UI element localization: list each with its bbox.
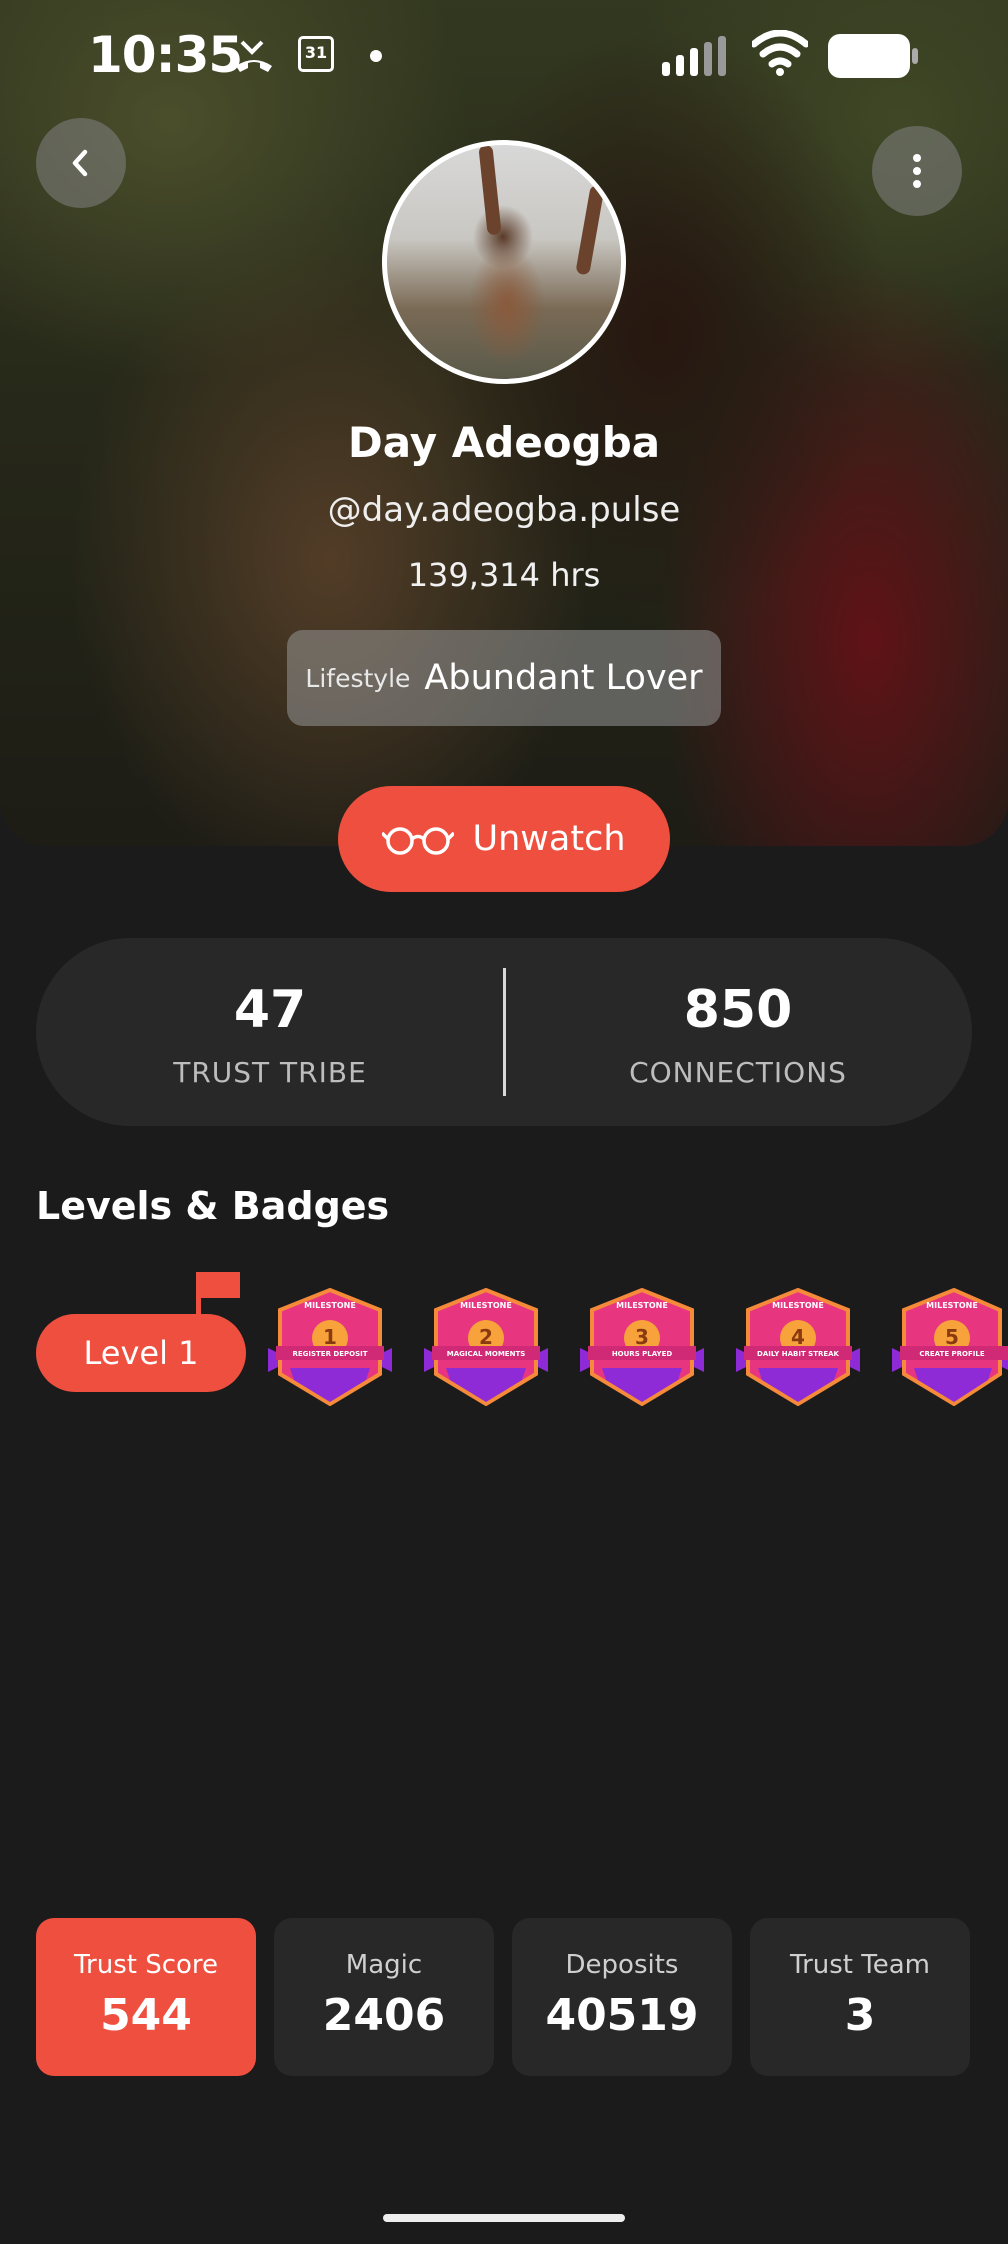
unwatch-label: Unwatch <box>472 819 626 859</box>
profile-avatar[interactable] <box>382 140 626 384</box>
stats-panel: 47 TRUST TRIBE 850 CONNECTIONS <box>36 938 972 1126</box>
status-bar: 10:35 31 <box>0 0 1008 112</box>
badge-number: 4 <box>791 1325 805 1349</box>
metric-value: 40519 <box>545 1990 699 2041</box>
signal-icon <box>662 36 726 76</box>
badge-top-text: MILESTONE <box>304 1301 356 1310</box>
badge-hours-played[interactable]: MILESTONE 3 HOURS PLAYED <box>580 1288 704 1406</box>
badge-name: CREATE PROFILE <box>919 1350 984 1358</box>
metric-card-deposits[interactable]: Deposits 40519 <box>512 1918 732 2076</box>
glasses-icon <box>382 827 455 855</box>
avatar-image-detail <box>478 145 502 236</box>
missed-call-icon <box>236 40 272 72</box>
metric-title: Trust Score <box>73 1950 219 1980</box>
stat-label: TRUST TRIBE <box>173 1056 367 1089</box>
more-options-button[interactable] <box>872 126 962 216</box>
metric-title: Trust Team <box>790 1950 930 1980</box>
badge-top-text: MILESTONE <box>616 1301 668 1310</box>
metric-value: 544 <box>100 1990 192 2041</box>
status-time: 10:35 <box>88 26 243 84</box>
badge-create-profile[interactable]: MILESTONE 5 CREATE PROFILE <box>892 1288 1008 1406</box>
profile-name: Day Adeogba <box>347 418 661 467</box>
level-pill[interactable]: Level 1 <box>36 1314 246 1392</box>
avatar-image-detail <box>575 184 605 276</box>
profile-handle: @day.adeogba.pulse <box>327 490 681 530</box>
badge-name: HOURS PLAYED <box>612 1350 673 1358</box>
more-vertical-icon <box>913 154 921 188</box>
stat-trust-tribe[interactable]: 47 TRUST TRIBE <box>36 938 504 1126</box>
metric-title: Magic <box>345 1950 423 1980</box>
badge-top-text: MILESTONE <box>460 1301 512 1310</box>
badge-magical-moments[interactable]: MILESTONE 2 MAGICAL MOMENTS <box>424 1288 548 1406</box>
metric-value: 3 <box>844 1990 876 2041</box>
badge-top-text: MILESTONE <box>772 1301 824 1310</box>
stat-value: 47 <box>233 980 307 1040</box>
metric-card-trust-team[interactable]: Trust Team 3 <box>750 1918 970 2076</box>
levels-badges-title: Levels & Badges <box>36 1184 390 1228</box>
metric-card-trust-score[interactable]: Trust Score 544 <box>36 1918 256 2076</box>
stat-connections[interactable]: 850 CONNECTIONS <box>504 938 972 1126</box>
home-indicator[interactable] <box>383 2214 625 2222</box>
wifi-icon <box>752 30 808 76</box>
metric-title: Deposits <box>565 1950 679 1980</box>
badge-name: DAILY HABIT STREAK <box>757 1350 840 1358</box>
badge-register-deposit[interactable]: MILESTONE 1 REGISTER DEPOSIT <box>268 1288 392 1406</box>
back-button[interactable] <box>36 118 126 208</box>
stat-value: 850 <box>683 980 793 1040</box>
badge-name: MAGICAL MOMENTS <box>447 1350 526 1358</box>
flag-icon <box>196 1272 240 1318</box>
badge-number: 5 <box>945 1325 959 1349</box>
badge-top-text: MILESTONE <box>926 1301 978 1310</box>
stat-label: CONNECTIONS <box>629 1056 847 1089</box>
calendar-icon: 31 <box>298 36 334 72</box>
badge-name: REGISTER DEPOSIT <box>292 1350 367 1358</box>
profile-hours: 139,314 hrs <box>407 556 601 594</box>
badge-number: 3 <box>635 1325 649 1349</box>
battery-icon <box>828 34 918 78</box>
lifestyle-chip: Lifestyle Abundant Lover <box>287 630 721 726</box>
badge-number: 1 <box>323 1325 337 1349</box>
badge-daily-habit-streak[interactable]: MILESTONE 4 DAILY HABIT STREAK <box>736 1288 860 1406</box>
metric-value: 2406 <box>322 1990 446 2041</box>
notification-dot-icon <box>370 50 382 62</box>
back-icon <box>72 149 88 177</box>
lifestyle-label: Lifestyle <box>305 663 411 693</box>
unwatch-button[interactable]: Unwatch <box>338 786 670 892</box>
metric-card-magic[interactable]: Magic 2406 <box>274 1918 494 2076</box>
badge-number: 2 <box>479 1325 493 1349</box>
lifestyle-value: Abundant Lover <box>424 658 703 698</box>
